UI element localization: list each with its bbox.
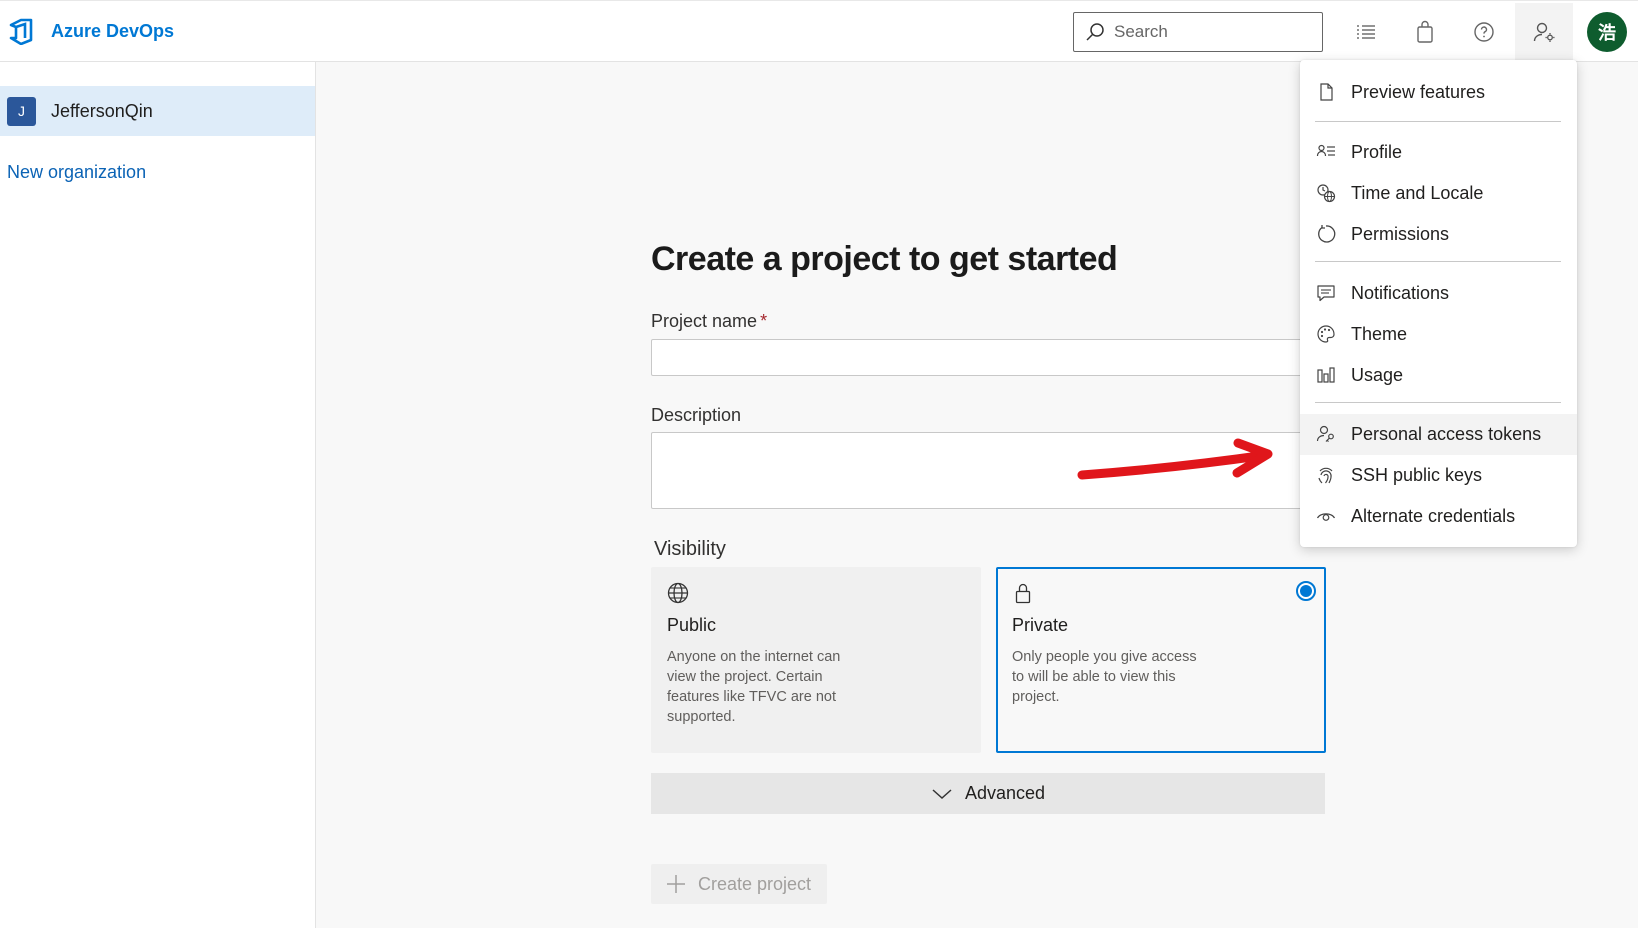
help-icon [1474, 22, 1494, 42]
profile-icon [1316, 144, 1335, 157]
palette-icon [1317, 325, 1335, 343]
new-organization-link[interactable]: New organization [7, 162, 146, 183]
menu-item-notifications[interactable]: Notifications [1300, 273, 1577, 314]
organizations-panel: J JeffersonQin New organization [0, 62, 316, 928]
menu-item-permissions[interactable]: Permissions [1300, 214, 1577, 255]
help-button[interactable] [1455, 3, 1513, 61]
fingerprint-icon [1318, 467, 1333, 484]
menu-item-label: Preview features [1351, 82, 1486, 102]
chat-icon [1317, 285, 1335, 302]
search-box[interactable] [1073, 12, 1323, 52]
visibility-private-title: Private [1012, 615, 1069, 635]
plus-icon [667, 875, 685, 893]
marketplace-button[interactable] [1396, 3, 1454, 61]
menu-item-personal-access-tokens[interactable]: Personal access tokens [1300, 414, 1577, 455]
menu-item-label: Notifications [1351, 283, 1450, 303]
lock-icon [1015, 583, 1031, 604]
user-avatar[interactable]: 浩 [1587, 12, 1627, 52]
globe-clock-icon [1317, 184, 1336, 203]
chevron-down-icon [932, 788, 952, 799]
visibility-private-radio[interactable] [1296, 581, 1316, 601]
menu-item-label: Personal access tokens [1351, 424, 1542, 444]
brand-name: Azure DevOps [51, 20, 175, 41]
advanced-toggle[interactable]: Advanced [651, 773, 1325, 814]
user-settings-button[interactable] [1515, 3, 1573, 61]
list-icon [1357, 25, 1375, 39]
project-name-label-text: Project name [651, 311, 758, 331]
bar-chart-icon [1317, 367, 1335, 383]
menu-item-profile[interactable]: Profile [1300, 132, 1577, 173]
eye-icon [1316, 513, 1336, 521]
red-arrow-annotation [1077, 438, 1273, 480]
shopping-bag-icon [1417, 20, 1433, 43]
create-project-label: Create project [698, 873, 812, 894]
search-input[interactable] [1114, 22, 1304, 42]
visibility-label: Visibility [654, 538, 726, 560]
user-settings-icon [1533, 22, 1555, 42]
top-bar: Azure DevOps Search 浩 [0, 0, 1638, 62]
azure-devops-logo-icon [9, 18, 33, 45]
required-marker: * [760, 311, 768, 331]
menu-item-label: SSH public keys [1351, 465, 1483, 485]
description-label: Description [651, 405, 742, 425]
advanced-label: Advanced [964, 783, 1046, 803]
org-item-jeffersonqin[interactable]: J JeffersonQin [0, 86, 315, 136]
search-icon [1086, 23, 1104, 41]
visibility-public-card[interactable]: Public Anyone on the internet can view t… [651, 567, 981, 753]
work-items-button[interactable] [1337, 3, 1395, 61]
menu-divider [1315, 261, 1561, 262]
menu-item-time-and-locale[interactable]: Time and Locale [1300, 173, 1577, 214]
page-title: Create a project to get started [651, 240, 1118, 278]
visibility-public-desc: Anyone on the internet can view the proj… [667, 649, 841, 725]
menu-item-theme[interactable]: Theme [1300, 314, 1577, 355]
menu-item-label: Usage [1351, 365, 1404, 385]
user-settings-menu: Preview features Profile Time and Locale… [1300, 60, 1577, 547]
visibility-public-title: Public [667, 615, 717, 635]
org-name: JeffersonQin [51, 100, 153, 121]
menu-item-label: Permissions [1351, 224, 1450, 244]
org-badge: J [7, 96, 36, 126]
menu-divider [1315, 121, 1561, 122]
document-icon [1320, 83, 1333, 101]
menu-item-label: Profile [1351, 142, 1403, 162]
create-project-button[interactable]: Create project [651, 864, 827, 904]
globe-icon [667, 582, 689, 604]
person-key-icon [1316, 425, 1334, 442]
visibility-private-card[interactable]: Private Only people you give access to w… [996, 567, 1326, 753]
menu-item-label: Time and Locale [1351, 183, 1484, 203]
menu-divider [1315, 402, 1561, 403]
menu-item-usage[interactable]: Usage [1300, 355, 1577, 396]
menu-item-alternate-credentials[interactable]: Alternate credentials [1300, 496, 1577, 537]
project-name-label: Project name * [651, 311, 767, 332]
visibility-private-desc: Only people you give access to will be a… [1012, 649, 1197, 705]
project-name-input[interactable] [651, 339, 1325, 376]
brand[interactable]: Azure DevOps [8, 17, 174, 45]
menu-item-label: Alternate credentials [1351, 506, 1516, 526]
menu-item-ssh-public-keys[interactable]: SSH public keys [1300, 455, 1577, 496]
menu-item-preview-features[interactable]: Preview features [1300, 72, 1577, 113]
refresh-circle-icon [1318, 225, 1336, 243]
menu-item-label: Theme [1351, 324, 1408, 344]
